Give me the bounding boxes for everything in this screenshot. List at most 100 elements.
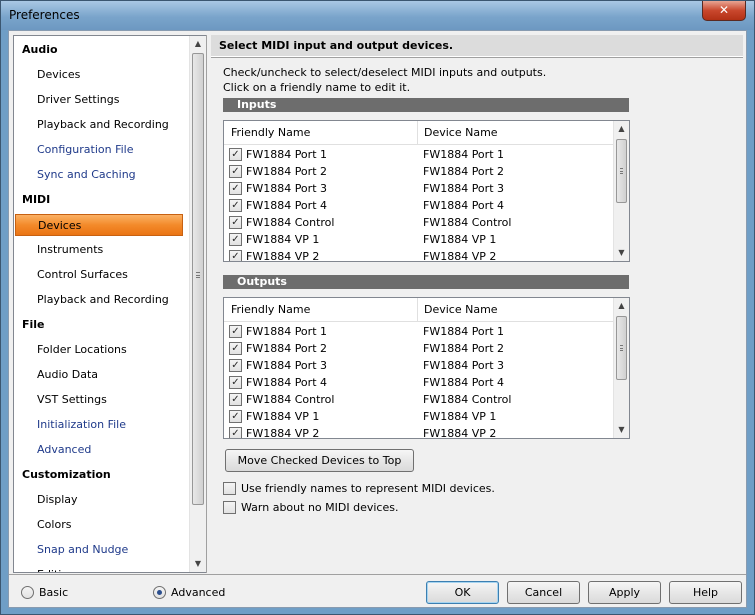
- row-checkbox[interactable]: ✓: [229, 199, 242, 212]
- row-checkbox[interactable]: ✓: [229, 393, 242, 406]
- ok-button[interactable]: OK: [426, 581, 499, 604]
- tree-item[interactable]: Advanced: [37, 439, 91, 461]
- tree-item[interactable]: Audio: [22, 39, 58, 61]
- tree-item[interactable]: Devices: [37, 64, 80, 86]
- scroll-up-icon[interactable]: ▲: [614, 121, 629, 137]
- friendly-name-cell[interactable]: FW1884 Port 3: [246, 357, 327, 374]
- radio-advanced-icon[interactable]: [153, 586, 166, 599]
- friendly-name-cell[interactable]: FW1884 Port 4: [246, 197, 327, 214]
- tree-item[interactable]: Playback and Recording: [37, 114, 169, 136]
- move-checked-to-top-button[interactable]: Move Checked Devices to Top: [225, 449, 414, 472]
- tree-scroll-thumb[interactable]: [192, 53, 204, 505]
- tree-item[interactable]: Initialization File: [37, 414, 126, 436]
- row-checkbox[interactable]: ✓: [229, 410, 242, 423]
- cancel-button[interactable]: Cancel: [507, 581, 580, 604]
- help-button[interactable]: Help: [669, 581, 742, 604]
- row-checkbox[interactable]: ✓: [229, 182, 242, 195]
- title-bar[interactable]: Preferences ✕: [1, 1, 754, 30]
- col-friendly-name[interactable]: Friendly Name: [231, 298, 310, 322]
- device-name-cell: FW1884 Port 3: [423, 359, 504, 372]
- inputs-scrollbar[interactable]: ▲ ▼: [613, 121, 629, 261]
- scroll-up-icon[interactable]: ▲: [614, 298, 629, 314]
- col-device-name[interactable]: Device Name: [424, 121, 498, 145]
- table-row[interactable]: ✓ FW1884 Port 4 FW1884 Port 4: [224, 197, 613, 214]
- inputs-listbox[interactable]: Friendly Name Device Name ✓ FW1884 Port 1…: [223, 120, 630, 262]
- scroll-down-icon[interactable]: ▼: [614, 422, 629, 438]
- close-button[interactable]: ✕: [702, 1, 746, 21]
- inputs-scroll-thumb[interactable]: [616, 139, 627, 203]
- col-device-name[interactable]: Device Name: [424, 298, 498, 322]
- warn-no-midi-checkbox[interactable]: [223, 501, 236, 514]
- friendly-name-cell[interactable]: FW1884 Port 3: [246, 180, 327, 197]
- tree-item[interactable]: Control Surfaces: [37, 264, 128, 286]
- device-name-cell: FW1884 Control: [423, 216, 512, 229]
- close-icon: ✕: [718, 3, 730, 17]
- device-name-cell: FW1884 Port 3: [423, 182, 504, 195]
- row-checkbox[interactable]: ✓: [229, 233, 242, 246]
- device-name-cell: FW1884 Port 1: [423, 325, 504, 338]
- tree-item[interactable]: Playback and Recording: [37, 289, 169, 311]
- tree-item[interactable]: Configuration File: [37, 139, 134, 161]
- table-row[interactable]: ✓ FW1884 Control FW1884 Control: [224, 391, 613, 408]
- tree-item[interactable]: MIDI: [22, 189, 50, 211]
- tree-item[interactable]: Customization: [22, 464, 111, 486]
- outputs-scrollbar[interactable]: ▲ ▼: [613, 298, 629, 438]
- friendly-name-cell[interactable]: FW1884 Port 1: [246, 323, 327, 340]
- row-checkbox[interactable]: ✓: [229, 359, 242, 372]
- apply-button[interactable]: Apply: [588, 581, 661, 604]
- row-checkbox[interactable]: ✓: [229, 376, 242, 389]
- outputs-listbox[interactable]: Friendly Name Device Name ✓ FW1884 Port 1…: [223, 297, 630, 439]
- table-row[interactable]: ✓ FW1884 Port 1 FW1884 Port 1: [224, 146, 613, 163]
- tree-item[interactable]: Folder Locations: [37, 339, 127, 361]
- outputs-scroll-thumb[interactable]: [616, 316, 627, 380]
- tree-item[interactable]: Snap and Nudge: [37, 539, 128, 561]
- row-checkbox[interactable]: ✓: [229, 250, 242, 261]
- table-row[interactable]: ✓ FW1884 Port 3 FW1884 Port 3: [224, 180, 613, 197]
- use-friendly-names-checkbox[interactable]: [223, 482, 236, 495]
- friendly-name-cell[interactable]: FW1884 Port 1: [246, 146, 327, 163]
- tree-item[interactable]: Devices: [15, 214, 183, 236]
- row-checkbox[interactable]: ✓: [229, 148, 242, 161]
- inputs-section-bar: Inputs: [223, 98, 629, 112]
- tree-item[interactable]: Driver Settings: [37, 89, 119, 111]
- device-name-cell: FW1884 Port 2: [423, 342, 504, 355]
- scroll-down-icon[interactable]: ▼: [614, 245, 629, 261]
- tree-item[interactable]: Editing: [37, 564, 75, 572]
- row-checkbox[interactable]: ✓: [229, 427, 242, 438]
- tree-item[interactable]: Sync and Caching: [37, 164, 136, 186]
- friendly-name-cell[interactable]: FW1884 Control: [246, 391, 334, 408]
- row-checkbox[interactable]: ✓: [229, 216, 242, 229]
- tree-item[interactable]: Colors: [37, 514, 71, 536]
- table-row[interactable]: ✓ FW1884 VP 1 FW1884 VP 1: [224, 408, 613, 425]
- table-row[interactable]: ✓ FW1884 Port 2 FW1884 Port 2: [224, 163, 613, 180]
- friendly-name-cell[interactable]: FW1884 VP 1: [246, 231, 319, 248]
- scroll-down-icon[interactable]: ▼: [190, 556, 206, 572]
- table-row[interactable]: ✓ FW1884 VP 2 FW1884 VP 2: [224, 425, 613, 438]
- table-row[interactable]: ✓ FW1884 VP 2 FW1884 VP 2: [224, 248, 613, 261]
- tree-item[interactable]: File: [22, 314, 45, 336]
- row-checkbox[interactable]: ✓: [229, 325, 242, 338]
- tree-item[interactable]: VST Settings: [37, 389, 107, 411]
- scroll-up-icon[interactable]: ▲: [190, 36, 206, 52]
- table-row[interactable]: ✓ FW1884 Port 4 FW1884 Port 4: [224, 374, 613, 391]
- friendly-name-cell[interactable]: FW1884 VP 1: [246, 408, 319, 425]
- table-row[interactable]: ✓ FW1884 Port 2 FW1884 Port 2: [224, 340, 613, 357]
- friendly-name-cell[interactable]: FW1884 Port 4: [246, 374, 327, 391]
- table-row[interactable]: ✓ FW1884 Port 1 FW1884 Port 1: [224, 323, 613, 340]
- row-checkbox[interactable]: ✓: [229, 342, 242, 355]
- tree-item[interactable]: Display: [37, 489, 78, 511]
- table-row[interactable]: ✓ FW1884 VP 1 FW1884 VP 1: [224, 231, 613, 248]
- tree-scrollbar[interactable]: ▲ ▼: [189, 36, 206, 572]
- friendly-name-cell[interactable]: FW1884 VP 2: [246, 425, 319, 438]
- row-checkbox[interactable]: ✓: [229, 165, 242, 178]
- col-friendly-name[interactable]: Friendly Name: [231, 121, 310, 145]
- friendly-name-cell[interactable]: FW1884 Control: [246, 214, 334, 231]
- table-row[interactable]: ✓ FW1884 Port 3 FW1884 Port 3: [224, 357, 613, 374]
- tree-item[interactable]: Audio Data: [37, 364, 98, 386]
- tree-item[interactable]: Instruments: [37, 239, 103, 261]
- radio-basic-icon[interactable]: [21, 586, 34, 599]
- friendly-name-cell[interactable]: FW1884 Port 2: [246, 163, 327, 180]
- table-row[interactable]: ✓ FW1884 Control FW1884 Control: [224, 214, 613, 231]
- friendly-name-cell[interactable]: FW1884 Port 2: [246, 340, 327, 357]
- friendly-name-cell[interactable]: FW1884 VP 2: [246, 248, 319, 261]
